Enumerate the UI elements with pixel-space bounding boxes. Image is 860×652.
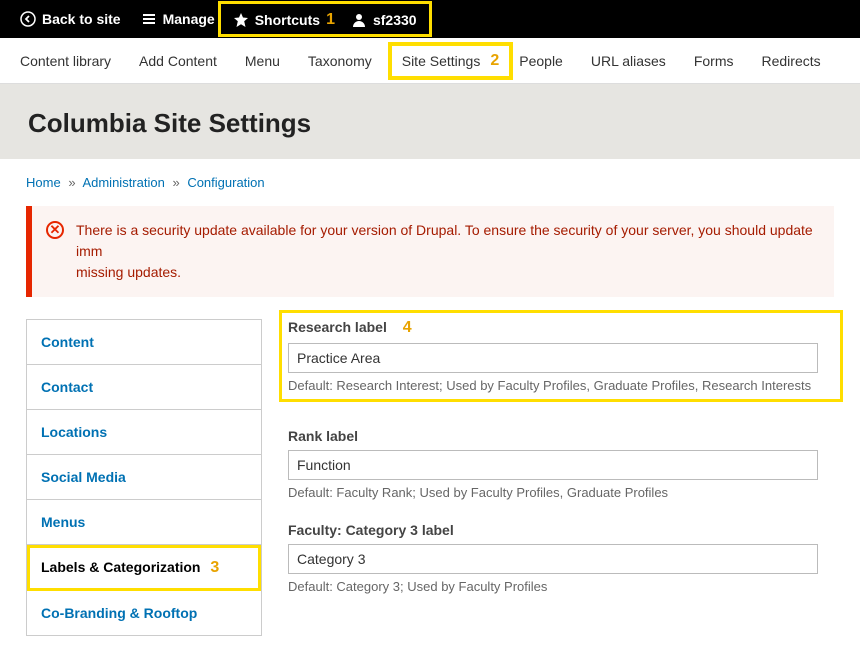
research-label-desc: Default: Research Interest; Used by Facu…	[288, 378, 834, 393]
category3-label-title: Faculty: Category 3 label	[288, 522, 834, 538]
tab-content[interactable]: Content	[27, 320, 261, 365]
user-label: sf2330	[373, 12, 417, 28]
tab-labels-categorization[interactable]: Labels & Categorization 3	[27, 545, 261, 591]
menu-taxonomy[interactable]: Taxonomy	[294, 38, 386, 83]
page-title: Columbia Site Settings	[28, 108, 832, 139]
main-columns: Content Contact Locations Social Media M…	[26, 319, 834, 636]
menu-icon	[141, 11, 157, 27]
tab-social-media[interactable]: Social Media	[27, 455, 261, 500]
research-field-highlight: Research label 4 Default: Research Inter…	[279, 310, 843, 402]
annotation-4: 4	[403, 319, 412, 336]
annotation-3: 3	[210, 559, 219, 576]
rank-label-desc: Default: Faculty Rank; Used by Faculty P…	[288, 485, 834, 500]
research-label-title: Research label 4	[288, 319, 834, 337]
research-label-text: Research label	[288, 319, 387, 335]
tab-menus[interactable]: Menus	[27, 500, 261, 545]
content-region: Home » Administration » Configuration ✕ …	[0, 159, 860, 652]
menu-content-library[interactable]: Content library	[6, 38, 125, 83]
error-icon: ✕	[46, 221, 64, 239]
menu-redirects[interactable]: Redirects	[747, 38, 834, 83]
menu-url-aliases[interactable]: URL aliases	[577, 38, 680, 83]
settings-panel: Research label 4 Default: Research Inter…	[288, 319, 834, 616]
menu-people[interactable]: People	[515, 38, 577, 83]
user-link[interactable]: sf2330	[343, 7, 425, 32]
shortcuts-link[interactable]: Shortcuts 1	[225, 7, 343, 32]
back-to-site-label: Back to site	[42, 11, 121, 27]
breadcrumb-admin[interactable]: Administration	[82, 175, 164, 190]
menu-add-content[interactable]: Add Content	[125, 38, 231, 83]
annotation-2: 2	[490, 52, 499, 70]
manage-link[interactable]: Manage	[131, 0, 225, 38]
breadcrumb-sep: »	[172, 175, 179, 190]
breadcrumb-config[interactable]: Configuration	[187, 175, 264, 190]
manage-label: Manage	[163, 11, 215, 27]
shortcuts-label: Shortcuts	[255, 12, 320, 28]
site-settings-highlight: Site Settings 2	[388, 42, 514, 80]
alert-text: There is a security update available for…	[76, 222, 813, 280]
breadcrumb-sep: »	[68, 175, 75, 190]
breadcrumb-home[interactable]: Home	[26, 175, 61, 190]
security-alert: ✕ There is a security update available f…	[26, 206, 834, 297]
user-icon	[351, 12, 367, 28]
back-arrow-icon	[20, 11, 36, 27]
research-label-field: Research label 4 Default: Research Inter…	[288, 319, 834, 393]
admin-menu: Content library Add Content Menu Taxonom…	[0, 38, 860, 84]
menu-forms[interactable]: Forms	[680, 38, 748, 83]
tab-cobranding-rooftop[interactable]: Co-Branding & Rooftop	[27, 591, 261, 635]
research-label-input[interactable]	[288, 343, 818, 373]
shortcuts-user-group-highlight: Shortcuts 1 sf2330	[218, 1, 432, 37]
back-to-site-link[interactable]: Back to site	[10, 0, 131, 38]
annotation-1: 1	[326, 11, 335, 29]
tab-labels-categorization-label: Labels & Categorization	[41, 559, 200, 575]
rank-label-field: Rank label Default: Faculty Rank; Used b…	[288, 428, 834, 500]
category3-label-desc: Default: Category 3; Used by Faculty Pro…	[288, 579, 834, 594]
rank-label-title: Rank label	[288, 428, 834, 444]
tab-locations[interactable]: Locations	[27, 410, 261, 455]
settings-tabs: Content Contact Locations Social Media M…	[26, 319, 262, 636]
breadcrumb: Home » Administration » Configuration	[26, 175, 834, 190]
admin-toolbar: Back to site Manage Shortcuts 1 sf2330	[0, 0, 860, 38]
menu-site-settings[interactable]: Site Settings	[402, 53, 481, 69]
rank-label-input[interactable]	[288, 450, 818, 480]
category3-label-field: Faculty: Category 3 label Default: Categ…	[288, 522, 834, 594]
category3-label-input[interactable]	[288, 544, 818, 574]
menu-menu[interactable]: Menu	[231, 38, 294, 83]
page-header: Columbia Site Settings	[0, 84, 860, 159]
tab-contact[interactable]: Contact	[27, 365, 261, 410]
star-icon	[233, 12, 249, 28]
